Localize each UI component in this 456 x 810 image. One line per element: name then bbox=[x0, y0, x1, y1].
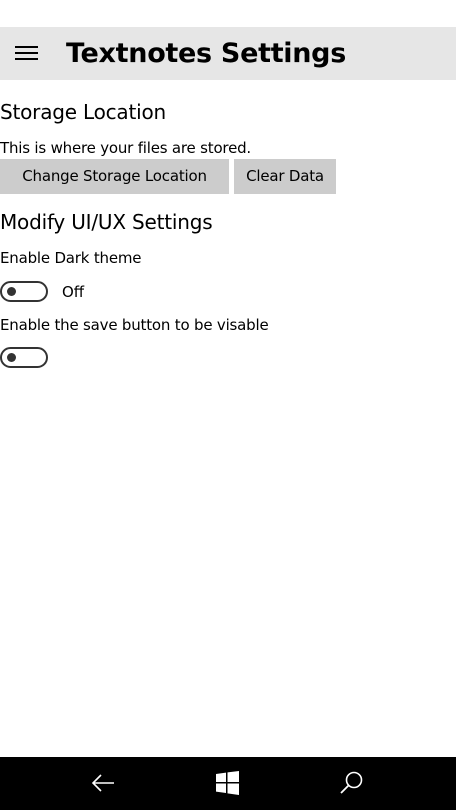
system-navigation-bar bbox=[0, 757, 456, 810]
app-header: Textnotes Settings bbox=[0, 27, 456, 80]
clear-data-button[interactable]: Clear Data bbox=[234, 159, 336, 194]
change-storage-location-button[interactable]: Change Storage Location bbox=[0, 159, 229, 194]
dark-theme-toggle[interactable] bbox=[0, 281, 48, 302]
back-arrow-icon[interactable] bbox=[90, 770, 116, 796]
storage-description: This is where your files are stored. bbox=[0, 139, 251, 157]
dark-theme-label: Enable Dark theme bbox=[0, 249, 142, 267]
page-title: Textnotes Settings bbox=[66, 38, 346, 69]
save-button-visibility-toggle[interactable] bbox=[0, 347, 48, 368]
settings-screen: Textnotes Settings Storage Location This… bbox=[0, 0, 456, 810]
save-button-visibility-label: Enable the save button to be visable bbox=[0, 316, 269, 334]
ui-settings-heading: Modify UI/UX Settings bbox=[0, 210, 213, 234]
windows-logo-icon[interactable] bbox=[215, 770, 241, 796]
dark-theme-state: Off bbox=[62, 283, 85, 301]
storage-location-heading: Storage Location bbox=[0, 100, 166, 124]
hamburger-menu-icon[interactable] bbox=[15, 46, 39, 62]
toggle-knob bbox=[7, 287, 16, 296]
search-icon[interactable] bbox=[339, 770, 365, 796]
toggle-knob bbox=[7, 353, 16, 362]
